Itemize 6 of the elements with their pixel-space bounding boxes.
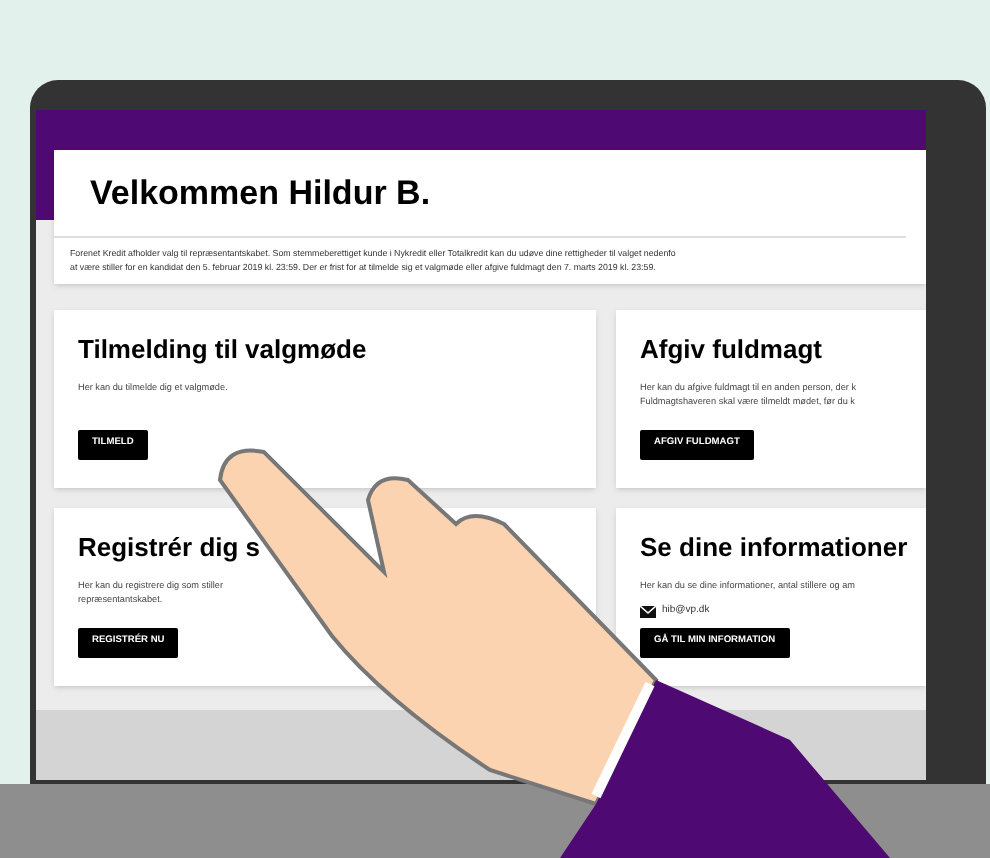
- card-title: Se dine informationer: [640, 529, 910, 565]
- card-title: Registrér dig s: [78, 529, 263, 566]
- page-title: Velkommen Hildur B.: [54, 150, 906, 237]
- card-title: Tilmelding til valgmøde: [78, 331, 369, 368]
- mail-icon: [640, 605, 656, 618]
- card-title: Afgiv fuldmagt: [640, 331, 824, 368]
